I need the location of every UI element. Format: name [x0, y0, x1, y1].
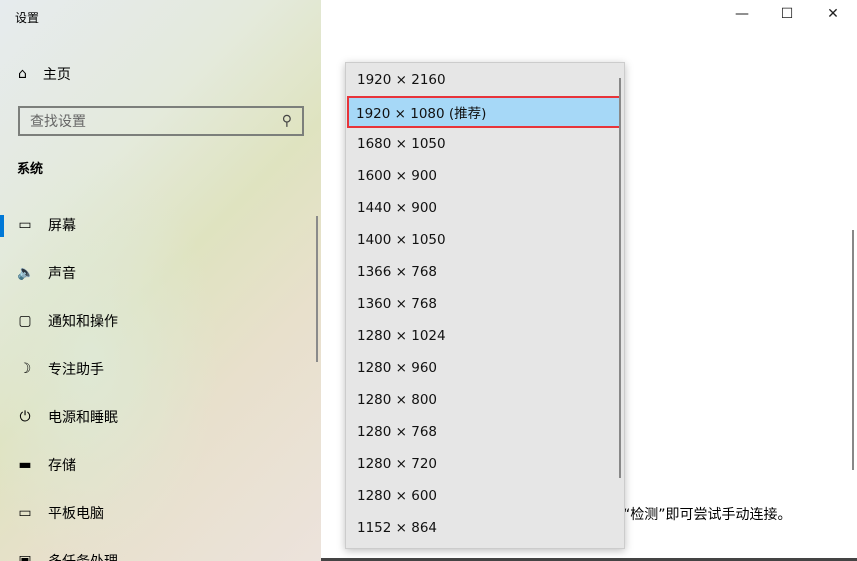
- resolution-option[interactable]: 1280 × 960: [346, 352, 624, 384]
- search-input[interactable]: 查找设置 ⚲: [18, 106, 304, 136]
- sidebar-item-label: 存储: [48, 458, 76, 474]
- search-placeholder: 查找设置: [30, 114, 86, 130]
- sidebar-item-label: 屏幕: [48, 218, 76, 234]
- home-nav[interactable]: ⌂ 主页: [18, 64, 71, 84]
- resolution-option[interactable]: 1280 × 720: [346, 448, 624, 480]
- nav-icon: 🔈: [17, 265, 35, 281]
- resolution-option[interactable]: 1366 × 768: [346, 256, 624, 288]
- nav-icon: ⏻: [19, 409, 31, 425]
- sidebar-item-label: 声音: [48, 266, 76, 282]
- resolution-option[interactable]: 1920 × 1080 (推荐): [347, 96, 621, 128]
- maximize-button[interactable]: ☐: [772, 6, 802, 22]
- nav-icon: ▣: [18, 553, 32, 561]
- resolution-option[interactable]: 1920 × 2160: [346, 64, 624, 96]
- resolution-option[interactable]: 1600 × 900: [346, 160, 624, 192]
- nav-icon: ▭: [18, 505, 32, 521]
- resolution-option[interactable]: 1360 × 768: [346, 288, 624, 320]
- sidebar: 设置 ⌂ 主页 查找设置 ⚲ 系统 ▭ 屏幕 🔈 声音 ▢ 通知和操作 ☽ 专注助手 ⏻ 电源和睡…: [0, 0, 321, 561]
- sidebar-item-label: 电源和睡眠: [48, 410, 118, 426]
- sidebar-item-1[interactable]: 🔈 声音: [0, 249, 321, 297]
- sidebar-item-7[interactable]: ▣ 多任务处理: [0, 537, 321, 561]
- sidebar-item-label: 专注助手: [48, 362, 104, 378]
- sidebar-item-3[interactable]: ☽ 专注助手: [0, 345, 321, 393]
- close-button[interactable]: ✕: [818, 6, 848, 22]
- resolution-option[interactable]: 1680 × 1050: [346, 128, 624, 160]
- sidebar-item-label: 通知和操作: [48, 314, 118, 330]
- sidebar-item-label: 平板电脑: [48, 506, 104, 522]
- window-title: 设置: [15, 11, 40, 25]
- minimize-button[interactable]: —: [727, 6, 757, 22]
- resolution-dropdown-list[interactable]: 1920 × 2160 1920 × 1080 (推荐) 1680 × 1050 16…: [345, 62, 625, 549]
- dropdown-scrollbar[interactable]: [619, 78, 621, 478]
- resolution-option[interactable]: 1400 × 1050: [346, 224, 624, 256]
- sidebar-item-5[interactable]: ▬ 存储: [0, 441, 321, 489]
- home-icon: ⌂: [18, 66, 27, 82]
- section-heading: 系统: [17, 162, 44, 177]
- resolution-option[interactable]: 1280 × 600: [346, 480, 624, 512]
- resolution-option[interactable]: 1280 × 800: [346, 384, 624, 416]
- main-scrollbar[interactable]: [852, 230, 854, 470]
- resolution-option[interactable]: 1280 × 768: [346, 416, 624, 448]
- home-label: 主页: [42, 67, 71, 83]
- sidebar-item-0[interactable]: ▭ 屏幕: [0, 201, 321, 249]
- sidebar-item-label: 多任务处理: [48, 551, 118, 561]
- sidebar-item-6[interactable]: ▭ 平板电脑: [0, 489, 321, 537]
- resolution-option[interactable]: 1152 × 864: [346, 512, 624, 544]
- sidebar-item-2[interactable]: ▢ 通知和操作: [0, 297, 321, 345]
- sidebar-scrollbar[interactable]: [316, 216, 318, 362]
- nav-icon: ☽: [18, 361, 32, 377]
- nav-icon: ▢: [18, 313, 32, 329]
- nav-icon: ▬: [18, 457, 32, 473]
- detect-hint-text: “检测”即可尝试手动连接。: [623, 507, 792, 523]
- resolution-option[interactable]: 1440 × 900: [346, 192, 624, 224]
- sidebar-item-4[interactable]: ⏻ 电源和睡眠: [0, 393, 321, 441]
- search-icon: ⚲: [281, 113, 292, 129]
- resolution-option[interactable]: 1280 × 1024: [346, 320, 624, 352]
- nav-icon: ▭: [18, 217, 32, 233]
